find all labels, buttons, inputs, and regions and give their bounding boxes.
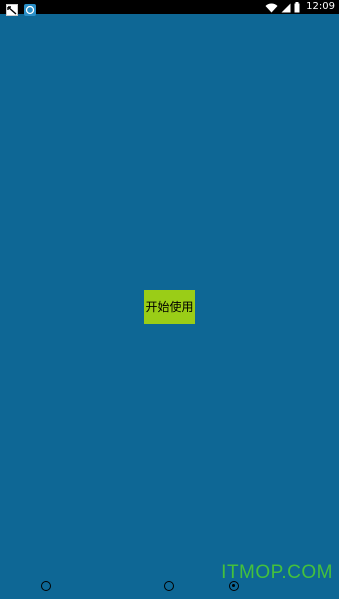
app-screen: 12:09 开始使用 ITMOP.COM (0, 0, 339, 599)
wifi-icon (265, 0, 278, 17)
pager-dot-1[interactable] (41, 581, 51, 591)
watermark: ITMOP.COM (221, 562, 333, 583)
start-using-button[interactable]: 开始使用 (144, 290, 195, 324)
status-time: 12:09 (306, 1, 335, 12)
status-bar-right: 12:09 (265, 0, 335, 14)
status-bar-left (6, 1, 36, 16)
app-icon (24, 1, 36, 16)
pager-dot-2[interactable] (164, 581, 174, 591)
battery-icon (294, 0, 300, 17)
signal-icon (281, 0, 291, 17)
status-bar: 12:09 (0, 0, 339, 16)
notification-icon (6, 1, 18, 16)
